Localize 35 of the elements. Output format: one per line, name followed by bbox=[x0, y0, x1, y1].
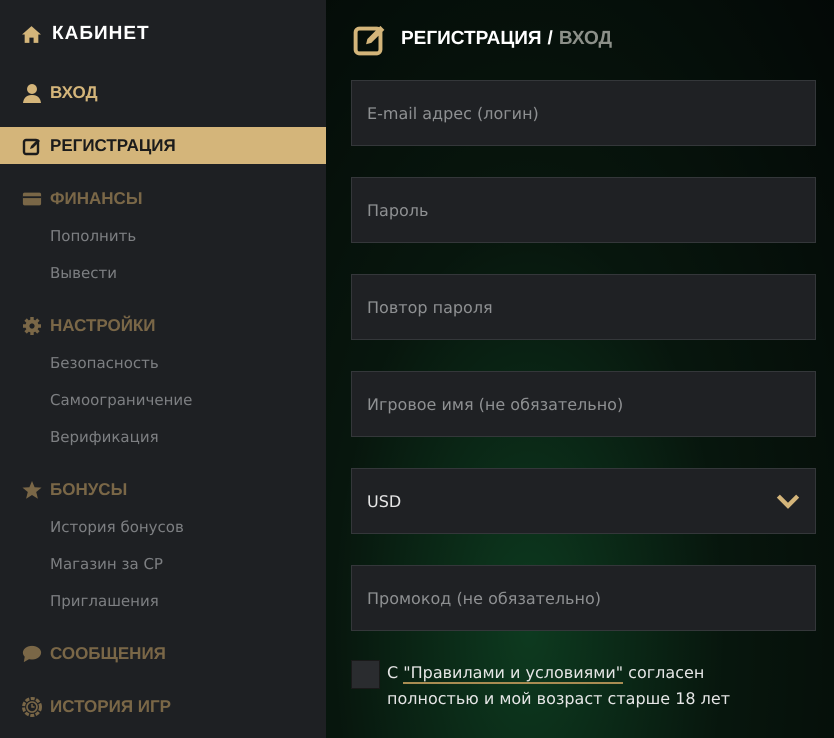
nav-item[interactable]: ВХОД bbox=[0, 74, 326, 111]
input-field[interactable]: E-mail адрес (логин) bbox=[351, 80, 816, 146]
agreement-text: С "Правилами и условиями" согласен полностью и мой возраст старше 18 лет bbox=[387, 662, 732, 710]
nav-item[interactable]: ИСТОРИЯ ИГР bbox=[0, 688, 326, 725]
clock-icon bbox=[22, 696, 42, 716]
nav-subitem[interactable]: Приглашения bbox=[0, 582, 326, 619]
settings-icon bbox=[22, 316, 42, 336]
input-field[interactable]: Пароль bbox=[351, 177, 816, 243]
nav-subitem[interactable]: История бонусов bbox=[0, 508, 326, 545]
input-field[interactable]: Промокод (не обязательно) bbox=[351, 565, 816, 631]
nav-subitem[interactable]: Безопасность bbox=[0, 344, 326, 381]
terms-link[interactable]: "Правилами и условиями" bbox=[403, 663, 624, 684]
nav-subitem[interactable]: Верификация bbox=[0, 418, 326, 455]
login-link[interactable]: ВХОД bbox=[558, 28, 612, 50]
nav-item[interactable]: БОНУСЫ bbox=[0, 471, 326, 508]
nav-subitem[interactable]: Вывести bbox=[0, 254, 326, 291]
input-field[interactable]: Игровое имя (не обязательно) bbox=[351, 371, 816, 437]
nav-subitem[interactable]: Самоограничение bbox=[0, 381, 326, 418]
home-icon bbox=[21, 24, 42, 44]
nav-item[interactable]: ФИНАНСЫ bbox=[0, 180, 326, 217]
nav-item[interactable]: СООБЩЕНИЯ bbox=[0, 635, 326, 672]
currency-select[interactable]: USD bbox=[351, 468, 816, 534]
nav-subitem[interactable]: Пополнить bbox=[0, 217, 326, 254]
form-title: РЕГИСТРАЦИЯ bbox=[401, 28, 542, 50]
star-icon bbox=[22, 480, 42, 500]
nav-subitem[interactable]: Магазин за CP bbox=[0, 545, 326, 582]
agreement-checkbox[interactable] bbox=[351, 660, 380, 689]
nav-item[interactable]: РЕГИСТРАЦИЯ bbox=[0, 127, 326, 164]
nav-item[interactable]: НАСТРОЙКИ bbox=[0, 307, 326, 344]
title-separator: / bbox=[548, 28, 553, 50]
chevron-down-icon bbox=[776, 494, 800, 508]
input-field[interactable]: Повтор пароля bbox=[351, 274, 816, 340]
user-icon bbox=[22, 82, 42, 102]
sidebar-title: КАБИНЕТ bbox=[52, 23, 150, 45]
chat-icon bbox=[22, 644, 42, 664]
